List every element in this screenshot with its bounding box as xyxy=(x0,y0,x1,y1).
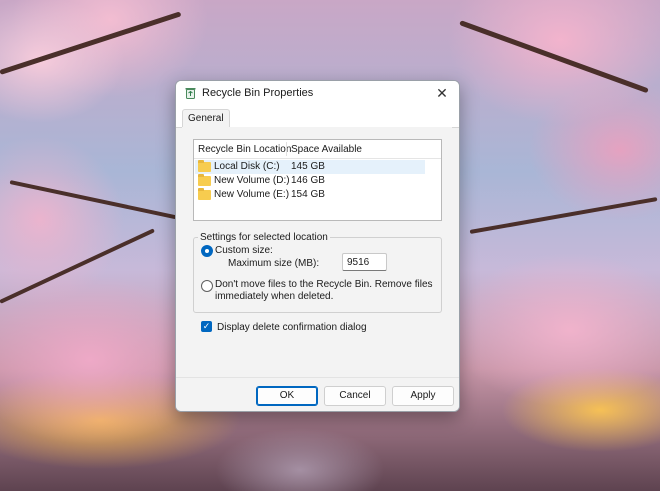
space-available: 145 GB xyxy=(291,161,325,172)
close-icon: ✕ xyxy=(436,85,448,101)
custom-size-label[interactable]: Custom size: xyxy=(215,245,273,256)
confirm-checkbox[interactable]: ✓ xyxy=(201,321,212,332)
list-header: Recycle Bin Location Space Available xyxy=(194,140,441,159)
apply-button[interactable]: Apply xyxy=(392,386,454,406)
list-item[interactable]: New Volume (D:) 146 GB xyxy=(195,174,425,188)
location-name: Local Disk (C:) xyxy=(214,161,280,172)
list-item[interactable]: Local Disk (C:) 145 GB xyxy=(195,160,425,174)
column-separator[interactable] xyxy=(286,142,287,156)
folder-icon xyxy=(198,160,211,172)
location-name: New Volume (E:) xyxy=(214,189,290,200)
ok-button[interactable]: OK xyxy=(256,386,318,406)
max-size-label: Maximum size (MB): xyxy=(228,258,320,269)
column-header-space[interactable]: Space Available xyxy=(291,144,362,155)
custom-size-radio[interactable] xyxy=(201,245,213,257)
list-item[interactable]: New Volume (E:) 154 GB xyxy=(195,188,425,202)
space-available: 154 GB xyxy=(291,189,325,200)
close-button[interactable]: ✕ xyxy=(429,83,455,103)
settings-group-label: Settings for selected location xyxy=(198,232,330,243)
column-header-location[interactable]: Recycle Bin Location xyxy=(198,144,291,155)
folder-icon xyxy=(198,188,211,200)
dialog-title: Recycle Bin Properties xyxy=(202,87,314,99)
tree-branch xyxy=(0,228,155,304)
recycle-bin-properties-dialog: Recycle Bin Properties ✕ General Recycle… xyxy=(175,80,460,412)
dialog-footer: OK Cancel Apply xyxy=(176,377,459,411)
tab-general[interactable]: General xyxy=(182,109,230,128)
general-tab-panel: Recycle Bin Location Space Available Loc… xyxy=(182,127,452,377)
dont-move-label[interactable]: Don't move files to the Recycle Bin. Rem… xyxy=(215,279,433,290)
checkmark-icon: ✓ xyxy=(202,321,211,331)
tree-branch xyxy=(459,20,649,94)
location-name: New Volume (D:) xyxy=(214,175,290,186)
max-size-input[interactable]: 9516 xyxy=(342,253,387,271)
recycle-bin-icon xyxy=(185,88,196,99)
dont-move-label-line2[interactable]: immediately when deleted. xyxy=(215,291,333,302)
tab-strip: General xyxy=(176,105,459,128)
dont-move-radio[interactable] xyxy=(201,280,213,292)
tree-branch xyxy=(9,180,177,220)
title-bar[interactable]: Recycle Bin Properties ✕ xyxy=(176,81,459,105)
space-available: 146 GB xyxy=(291,175,325,186)
folder-icon xyxy=(198,174,211,186)
tree-branch xyxy=(469,197,658,234)
tree-branch xyxy=(0,11,182,75)
cancel-button[interactable]: Cancel xyxy=(324,386,386,406)
confirm-label[interactable]: Display delete confirmation dialog xyxy=(217,322,367,333)
location-list[interactable]: Recycle Bin Location Space Available Loc… xyxy=(193,139,442,221)
